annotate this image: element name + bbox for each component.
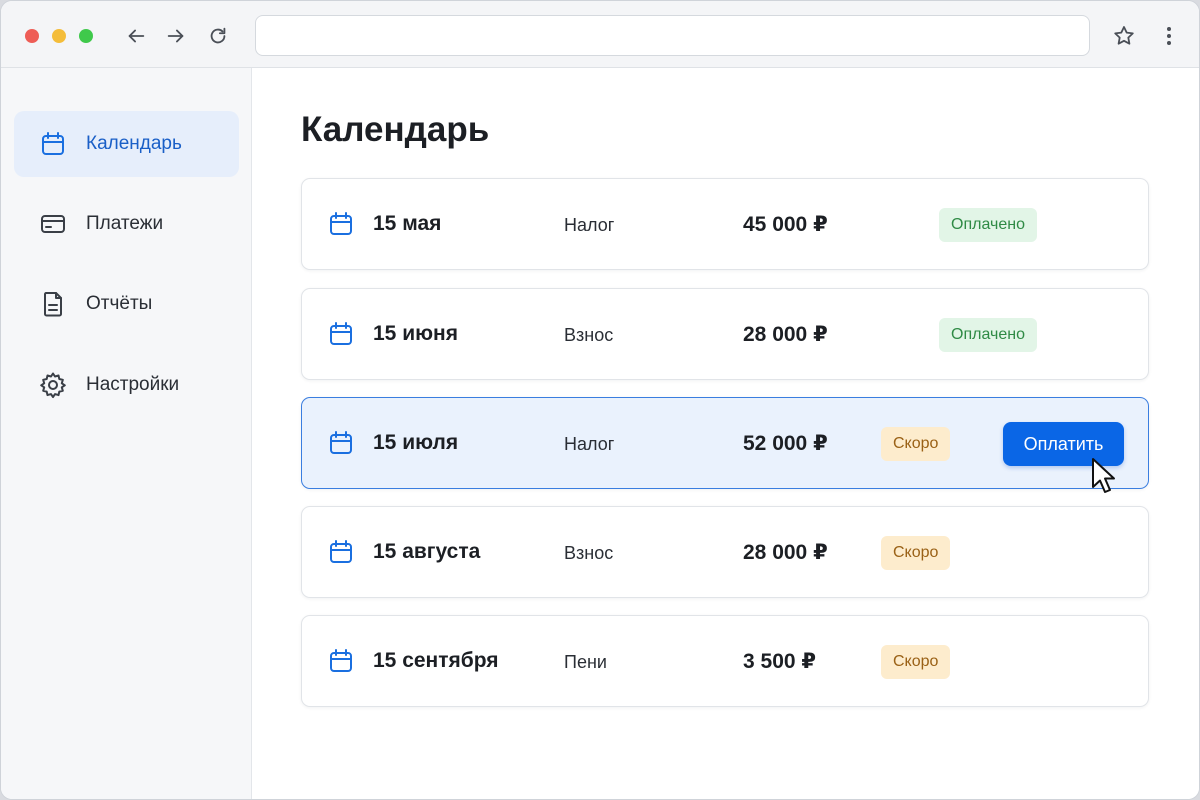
more-vertical-icon <box>1167 27 1171 45</box>
payment-date: 15 июля <box>373 431 459 454</box>
sidebar-item-label: Отчёты <box>86 293 153 314</box>
browser-window: Календарь Платежи Отчёты Настройки Кален… <box>0 0 1200 800</box>
sidebar-item-payments[interactable]: Платежи <box>14 191 239 257</box>
payment-date: 15 августа <box>373 540 481 563</box>
sidebar-item-label: Платежи <box>86 213 164 234</box>
main-content: Календарь 15 мая Налог 45 000 ₽ Оплачено… <box>253 68 1199 799</box>
payment-amount: 28 000 ₽ <box>743 541 828 564</box>
status-badge: Скоро <box>881 645 951 679</box>
payment-date: 15 сентября <box>373 649 499 672</box>
sidebar-item-label: Настройки <box>86 374 180 395</box>
payment-row[interactable]: 15 сентября Пени 3 500 ₽ Скоро <box>301 615 1149 707</box>
status-badge: Оплачено <box>939 208 1037 242</box>
sidebar-item-reports[interactable]: Отчёты <box>14 271 239 337</box>
payment-row[interactable]: 15 августа Взнос 28 000 ₽ Скоро <box>301 506 1149 598</box>
pay-button[interactable]: Оплатить <box>1003 422 1124 466</box>
close-window-button[interactable] <box>25 29 39 43</box>
payment-type: Налог <box>564 434 615 454</box>
sidebar-item-settings[interactable]: Настройки <box>14 352 239 418</box>
payment-amount: 3 500 ₽ <box>743 650 816 673</box>
sidebar: Календарь Платежи Отчёты Настройки <box>1 68 252 799</box>
minimize-window-button[interactable] <box>52 29 66 43</box>
sidebar-item-label: Календарь <box>86 133 182 154</box>
calendar-icon <box>330 212 352 235</box>
sidebar-item-calendar[interactable]: Календарь <box>14 111 239 177</box>
payment-row[interactable]: 15 июня Взнос 28 000 ₽ Оплачено <box>301 288 1149 380</box>
payment-amount: 45 000 ₽ <box>743 213 828 236</box>
gear-icon <box>40 372 66 399</box>
browser-toolbar <box>1 1 1199 68</box>
reload-icon <box>210 27 226 44</box>
back-button[interactable] <box>124 24 148 48</box>
payment-date: 15 мая <box>373 212 442 235</box>
payment-type: Налог <box>564 215 615 235</box>
status-badge: Скоро <box>881 427 951 461</box>
status-badge: Оплачено <box>939 318 1037 352</box>
address-bar[interactable] <box>255 15 1090 56</box>
forward-arrow-icon <box>167 29 184 43</box>
document-icon <box>44 292 62 317</box>
back-arrow-icon <box>128 29 145 43</box>
calendar-icon <box>330 322 352 345</box>
calendar-icon <box>42 132 64 155</box>
star-icon <box>1114 26 1134 45</box>
payment-amount: 28 000 ₽ <box>743 323 828 346</box>
payment-type: Взнос <box>564 543 614 563</box>
reload-button[interactable] <box>206 24 230 48</box>
maximize-window-button[interactable] <box>79 29 93 43</box>
calendar-icon <box>330 649 352 672</box>
bookmark-button[interactable] <box>1112 24 1136 48</box>
browser-menu-button[interactable] <box>1159 24 1179 48</box>
calendar-icon <box>330 431 352 454</box>
payment-row[interactable]: 15 мая Налог 45 000 ₽ Оплачено <box>301 178 1149 270</box>
status-badge: Скоро <box>881 536 951 570</box>
payment-date: 15 июня <box>373 322 458 345</box>
credit-card-icon <box>41 215 65 233</box>
payment-row-highlighted[interactable]: 15 июля Налог 52 000 ₽ Скоро Оплатить <box>301 397 1149 489</box>
payment-amount: 52 000 ₽ <box>743 432 828 455</box>
payment-type: Взнос <box>564 325 614 345</box>
calendar-icon <box>330 540 352 563</box>
page-title: Календарь <box>301 110 490 149</box>
payment-type: Пени <box>564 652 607 672</box>
forward-button[interactable] <box>164 24 188 48</box>
